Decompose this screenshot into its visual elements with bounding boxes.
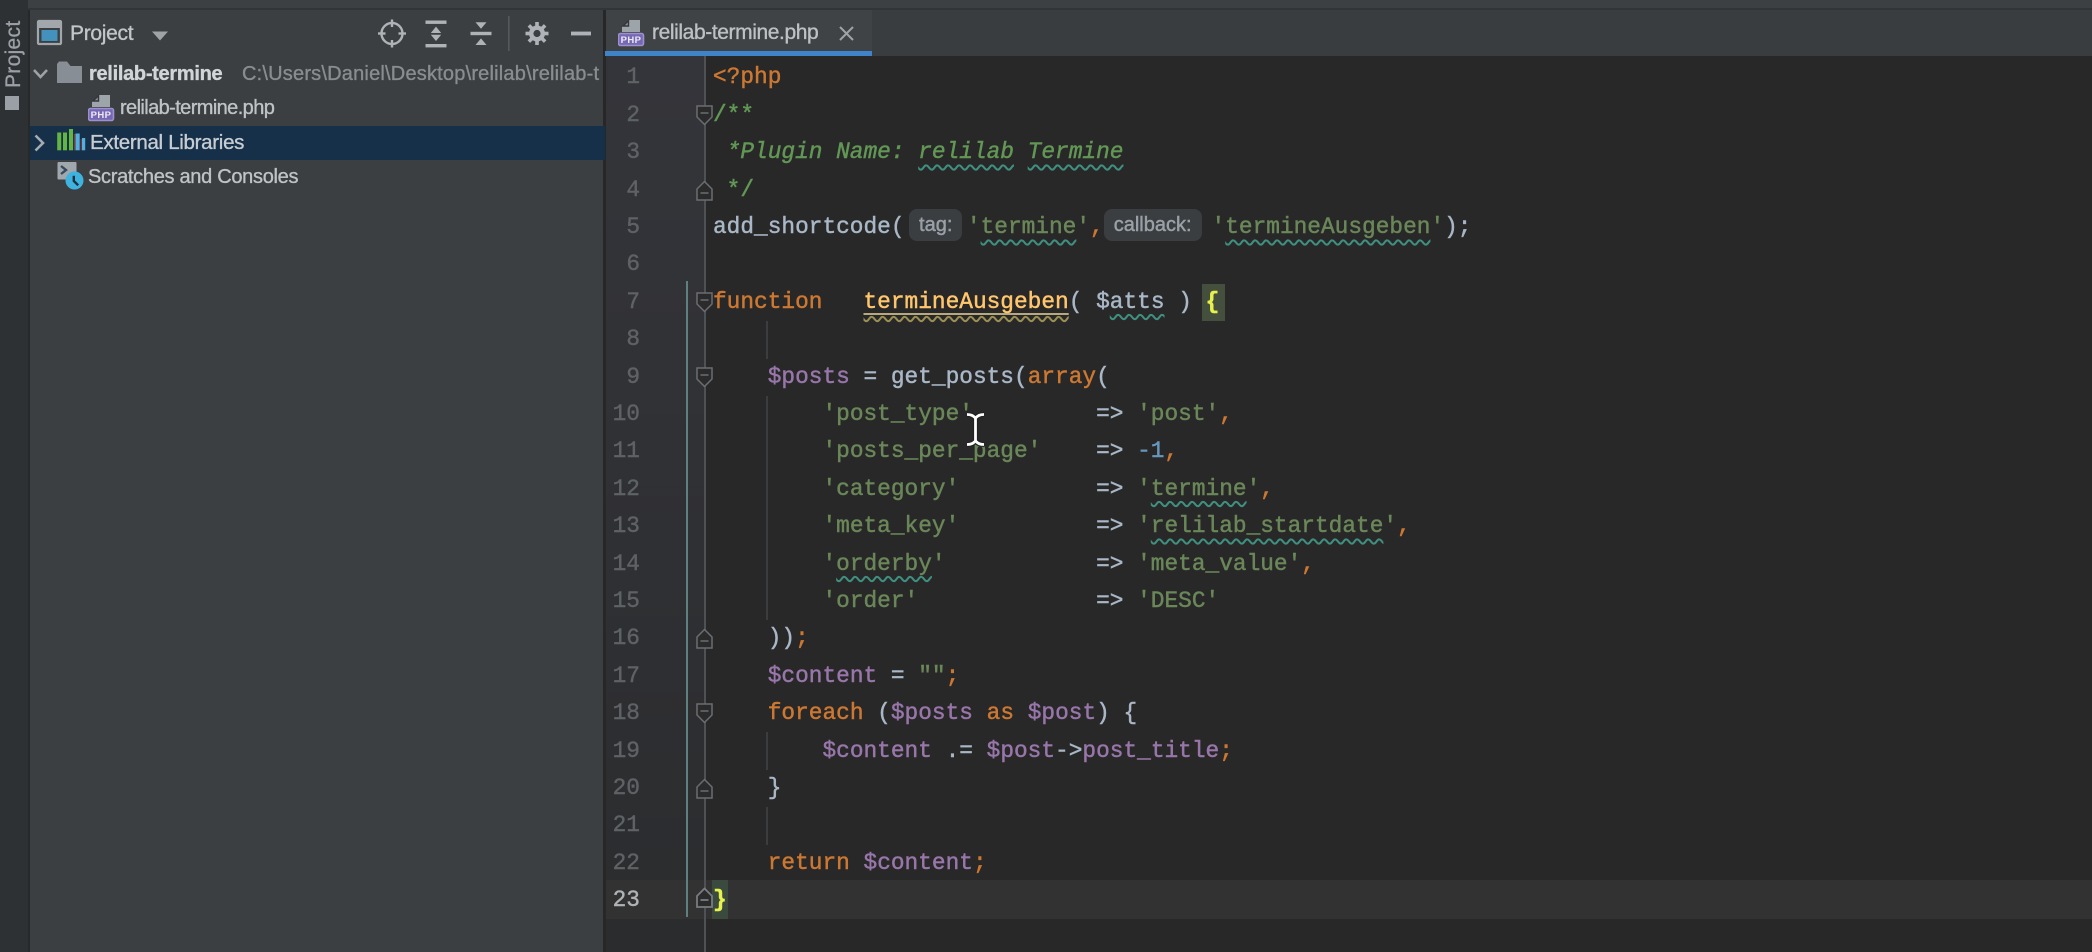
svg-text:PHP: PHP [91, 110, 112, 121]
svg-text:PHP: PHP [621, 35, 642, 46]
